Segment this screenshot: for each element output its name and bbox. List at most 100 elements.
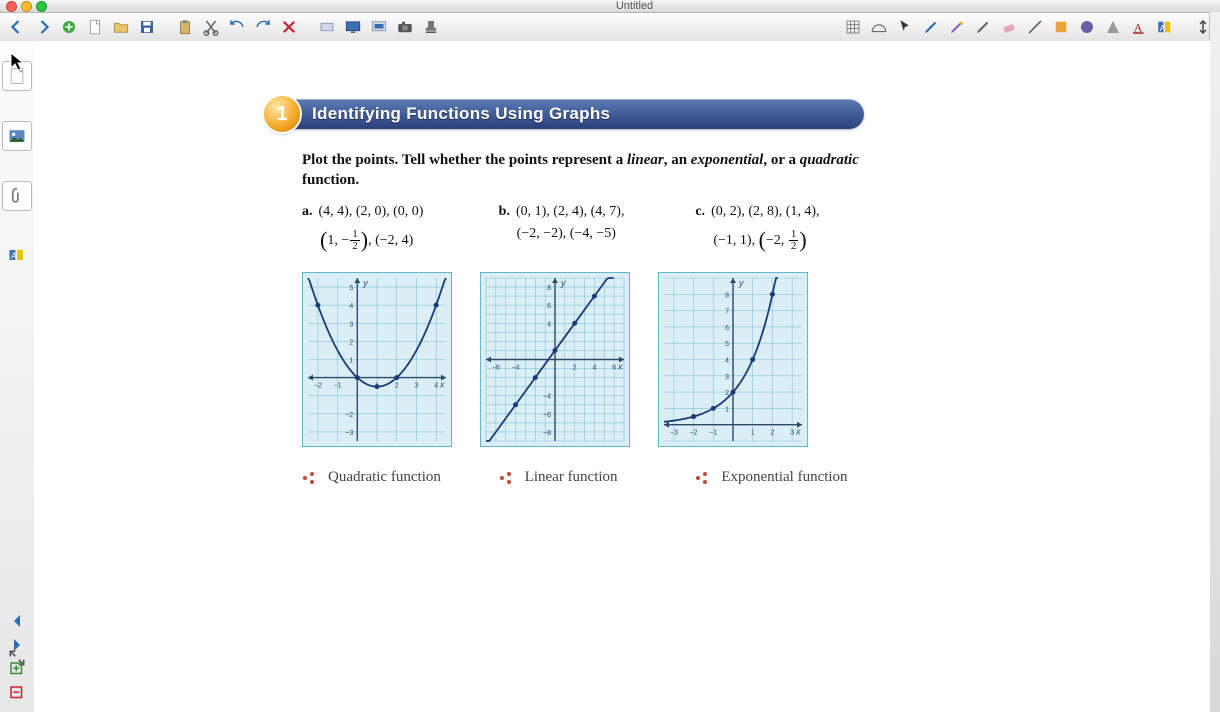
- add-arrow-icon[interactable]: [58, 16, 80, 38]
- svg-text:x: x: [617, 362, 623, 372]
- screen-icon[interactable]: [342, 16, 364, 38]
- forward-arrow-icon[interactable]: [32, 16, 54, 38]
- redo-icon[interactable]: [252, 16, 274, 38]
- problem-b: b.(0, 1), (2, 4), (4, 7), (−2, −2), (−4,…: [499, 201, 668, 259]
- svg-text:−1: −1: [334, 383, 342, 390]
- answer-text: Linear function: [525, 469, 618, 486]
- svg-text:4: 4: [434, 383, 438, 390]
- problem-label: a.: [302, 204, 313, 219]
- main-toolbar: A A: [0, 13, 1220, 42]
- bullet-icon: [302, 470, 318, 486]
- next-icon[interactable]: [8, 636, 26, 654]
- answer-c: Exponential function: [695, 469, 864, 486]
- text-format-icon[interactable]: A: [1128, 16, 1150, 38]
- text-style-icon[interactable]: A: [3, 241, 31, 269]
- delete-icon[interactable]: [278, 16, 300, 38]
- lesson-title: Identifying Functions Using Graphs: [282, 99, 864, 129]
- svg-text:1: 1: [751, 430, 755, 437]
- close-window-icon[interactable]: [6, 1, 17, 12]
- instr-part: , an: [664, 152, 691, 168]
- instr-keyword: linear: [627, 152, 664, 168]
- svg-text:2: 2: [395, 383, 399, 390]
- svg-text:x: x: [795, 427, 801, 437]
- open-folder-icon[interactable]: [110, 16, 132, 38]
- bullet-icon: [695, 470, 711, 486]
- protractor-icon[interactable]: [868, 16, 890, 38]
- cut-icon[interactable]: [200, 16, 222, 38]
- chart-c-exponential: yx−3−2−112312345678: [658, 272, 808, 447]
- screen2-icon[interactable]: [368, 16, 390, 38]
- svg-text:2: 2: [573, 365, 577, 372]
- image-tool-icon[interactable]: [2, 121, 32, 151]
- svg-text:−1: −1: [709, 430, 717, 437]
- svg-text:1: 1: [725, 406, 729, 413]
- problem-points: (4, 4), (2, 0), (0, 0): [319, 204, 424, 219]
- svg-text:−6: −6: [492, 365, 500, 372]
- save-icon[interactable]: [136, 16, 158, 38]
- magic-pen-icon[interactable]: [946, 16, 968, 38]
- instr-part: , or a: [763, 152, 799, 168]
- frac-den: 2: [350, 241, 360, 252]
- undo-icon[interactable]: [226, 16, 248, 38]
- frac-den: 2: [789, 241, 799, 252]
- prev-icon[interactable]: [8, 612, 26, 630]
- svg-text:3: 3: [349, 321, 353, 328]
- svg-text:1: 1: [349, 358, 353, 365]
- text-highlight-icon[interactable]: A: [1154, 16, 1176, 38]
- camera-icon[interactable]: [394, 16, 416, 38]
- cursor-icon[interactable]: [894, 16, 916, 38]
- problem-list: a.(4, 4), (2, 0), (0, 0) (1, −12), (−2, …: [302, 201, 864, 259]
- pen-icon[interactable]: [920, 16, 942, 38]
- problem-points: (0, 2), (2, 8), (1, 4),: [711, 204, 819, 219]
- paste-icon[interactable]: [174, 16, 196, 38]
- stamp-icon[interactable]: [420, 16, 442, 38]
- svg-text:6: 6: [547, 303, 551, 310]
- line-pen-icon[interactable]: [972, 16, 994, 38]
- problem-points: (−1, 1),: [713, 233, 758, 248]
- zoom-in-icon[interactable]: [8, 660, 26, 678]
- problem-points: −2,: [766, 233, 788, 248]
- triangle-icon[interactable]: [1102, 16, 1124, 38]
- problem-label: b.: [499, 204, 510, 219]
- svg-text:3: 3: [725, 374, 729, 381]
- problem-c: c.(0, 2), (2, 8), (1, 4), (−1, 1), (−2, …: [695, 201, 864, 259]
- problem-a: a.(4, 4), (2, 0), (0, 0) (1, −12), (−2, …: [302, 201, 471, 259]
- new-doc-icon[interactable]: [84, 16, 106, 38]
- minimize-window-icon[interactable]: [21, 1, 32, 12]
- vertical-scrollbar[interactable]: [1209, 12, 1220, 712]
- circle-icon[interactable]: [1076, 16, 1098, 38]
- problem-points: (0, 1), (2, 4), (4, 7),: [516, 204, 624, 219]
- lesson-instruction: Plot the points. Tell whether the points…: [302, 150, 864, 191]
- line-icon[interactable]: [1024, 16, 1046, 38]
- svg-text:y: y: [362, 278, 368, 288]
- svg-text:8: 8: [725, 292, 729, 299]
- zoom-out-icon[interactable]: [8, 684, 26, 702]
- grid-icon[interactable]: [842, 16, 864, 38]
- chart-b-linear: yx−6−4246−8−6−4468: [480, 272, 630, 447]
- svg-text:−2: −2: [314, 383, 322, 390]
- instr-keyword: exponential: [691, 152, 764, 168]
- svg-text:−2: −2: [345, 412, 353, 419]
- instr-part: function.: [302, 172, 359, 188]
- shape-fill-icon[interactable]: [1050, 16, 1072, 38]
- attachment-icon[interactable]: [2, 181, 32, 211]
- svg-text:A: A: [11, 250, 17, 260]
- svg-text:y: y: [560, 278, 566, 288]
- svg-text:−2: −2: [690, 430, 698, 437]
- problem-label: c.: [695, 204, 705, 219]
- rectangle-icon[interactable]: [316, 16, 338, 38]
- svg-text:4: 4: [725, 358, 729, 365]
- window-titlebar: Untitled: [0, 0, 1220, 13]
- back-arrow-icon[interactable]: [6, 16, 28, 38]
- svg-text:x: x: [439, 380, 445, 390]
- answer-text: Quadratic function: [328, 469, 441, 486]
- eraser-icon[interactable]: [998, 16, 1020, 38]
- charts-row: yx−2−11234−3−212345 yx−6−4246−8−6−4468 y…: [302, 272, 864, 447]
- zoom-window-icon[interactable]: [36, 1, 47, 12]
- instr-part: Plot the points. Tell whether the points…: [302, 152, 627, 168]
- bullet-icon: [499, 470, 515, 486]
- answer-a: Quadratic function: [302, 469, 471, 486]
- svg-text:−4: −4: [512, 365, 520, 372]
- problem-points: 1, −: [327, 233, 349, 248]
- answer-text: Exponential function: [721, 469, 847, 486]
